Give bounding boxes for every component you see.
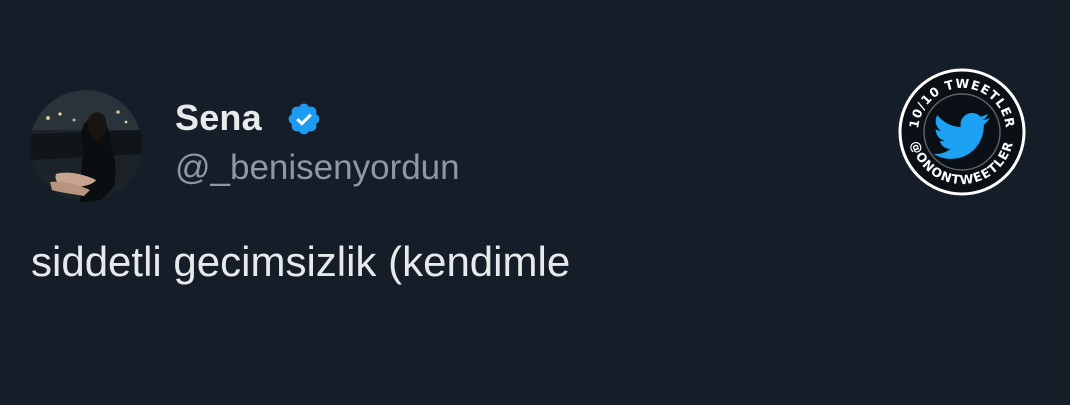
- avatar-photo: [30, 90, 142, 202]
- tweet-text: siddetli gecimsizlik (kendimle: [31, 238, 571, 285]
- verified-badge-icon: [288, 103, 320, 135]
- watermark-badge: 10/10 TWEETLER @ONONTWEETLER: [898, 68, 1026, 196]
- user-handle[interactable]: @_benisenyordun: [175, 146, 460, 190]
- tweet-card: Sena @_benisenyordun siddetli gecimsizli…: [0, 0, 1070, 405]
- display-name[interactable]: Sena: [175, 96, 262, 140]
- avatar[interactable]: [30, 90, 142, 202]
